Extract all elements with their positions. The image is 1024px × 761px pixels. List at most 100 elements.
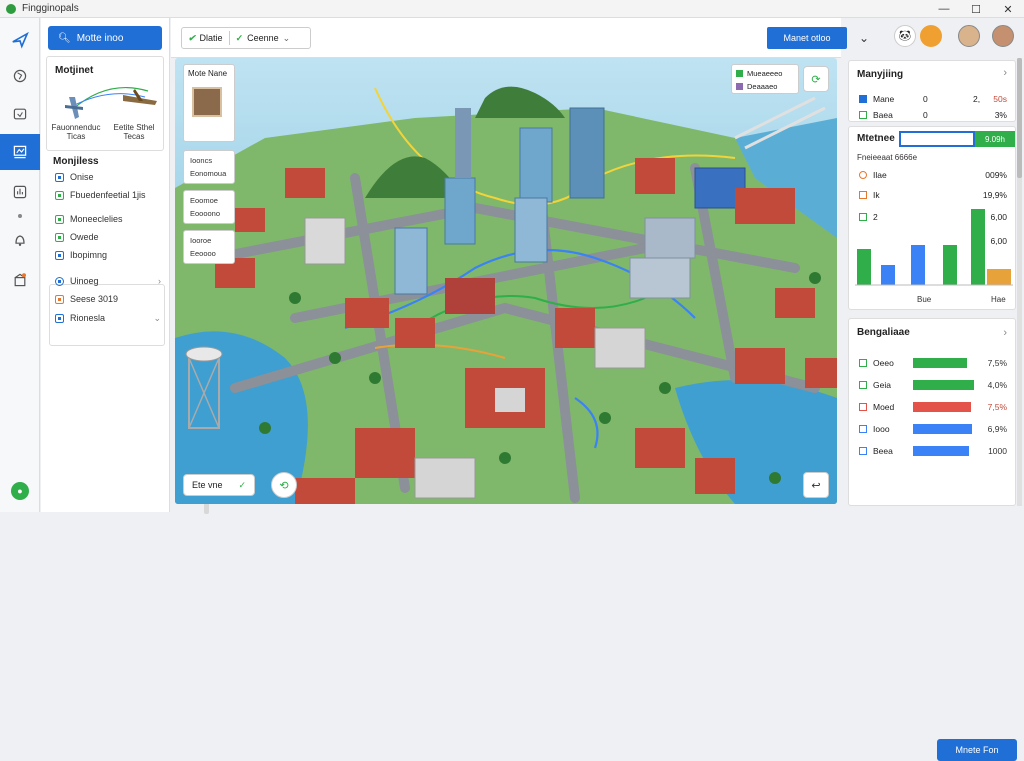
- checkbox-icon[interactable]: [55, 190, 64, 200]
- photo-card-title: Mote Nane: [188, 69, 228, 78]
- dashboard-icon[interactable]: [0, 134, 40, 170]
- chart-bar: [971, 209, 985, 285]
- map-label[interactable]: Iooroe Eeoooo: [183, 230, 235, 264]
- breakdown-bar: [913, 358, 967, 368]
- list-item[interactable]: Moneeclelies: [55, 212, 161, 226]
- separator-dot: [18, 214, 22, 218]
- summary-row: Mane 0 2, 50s: [859, 93, 1007, 105]
- checkbox-icon[interactable]: [55, 214, 64, 224]
- square-icon: [859, 381, 867, 389]
- breakdown-value: 7,5%: [987, 402, 1007, 412]
- breakdown-title: Bengaliaae: [857, 327, 910, 338]
- avatar[interactable]: 🐼︎: [894, 25, 916, 47]
- breakdown-value: 1000: [988, 446, 1007, 456]
- metrics-card: Mtetnee 9.09h Fneieeaat 6666e Ilae 009% I…: [848, 126, 1016, 310]
- chevron-down-icon[interactable]: ⌄: [153, 313, 161, 324]
- photo-card[interactable]: Mote Nane: [183, 64, 235, 142]
- breakdown-label: Iooo: [873, 424, 890, 434]
- metrics-row: Ilae 009%: [859, 169, 1007, 181]
- checkbox-icon[interactable]: [55, 250, 64, 260]
- breakdown-value: 6,9%: [987, 424, 1007, 434]
- chevron-right-icon[interactable]: ›: [1003, 327, 1007, 339]
- right-panel: Manyjiing › Mane 0 2, 50s Baea 0 3% Mtet…: [845, 58, 1017, 761]
- box-icon[interactable]: [0, 96, 40, 132]
- square-icon: [859, 359, 867, 367]
- toolbar-chevron-button[interactable]: ⌄: [851, 27, 877, 49]
- exit-button[interactable]: ↩: [803, 472, 829, 498]
- chevron-right-icon[interactable]: ›: [1003, 67, 1007, 79]
- window-title: Fingginopals: [22, 3, 79, 14]
- breakdown-bar: [913, 424, 973, 434]
- segment-1[interactable]: ✔ Dlatie: [182, 28, 229, 48]
- globe-icon[interactable]: [0, 58, 40, 94]
- breakdown-label: Oeeo: [873, 358, 894, 368]
- map-label[interactable]: Iooncs Eonomoua: [183, 150, 235, 184]
- checkbox-icon[interactable]: [55, 232, 64, 242]
- legend-swatch: [736, 70, 743, 77]
- search-button[interactable]: 🔍︎ Motte inoo: [48, 26, 162, 50]
- summary-card: Manyjiing › Mane 0 2, 50s Baea 0 3%: [848, 60, 1016, 122]
- checkbox-icon[interactable]: [55, 313, 64, 323]
- avatar[interactable]: [920, 25, 942, 47]
- maximize-button[interactable]: ☐: [960, 0, 992, 18]
- icon-rail: ●: [0, 18, 40, 512]
- right-scrollbar[interactable]: [1017, 58, 1022, 506]
- user-avatars: 🐼︎: [890, 22, 1020, 52]
- chevron-right-icon[interactable]: ›: [158, 276, 161, 286]
- list-item[interactable]: Owede: [55, 230, 161, 244]
- summary-row: Baea 0 3%: [859, 109, 1007, 121]
- locate-button[interactable]: ⟳: [803, 66, 829, 92]
- square-icon: [859, 111, 867, 119]
- checkbox-icon[interactable]: [55, 294, 64, 304]
- breakdown-value: 4,0%: [987, 380, 1007, 390]
- section-title: Monjiless: [53, 156, 99, 167]
- chart-footer-label: Hae: [991, 295, 1006, 304]
- map-label[interactable]: Eoomoe Eoooono: [183, 190, 235, 224]
- city-map[interactable]: Mote Nane Iooncs Eonomoua Eoomoe Eoooono I…: [175, 58, 837, 504]
- avatar[interactable]: [992, 25, 1014, 47]
- refresh-button[interactable]: ⟲: [271, 472, 297, 498]
- refresh-icon: ⟲: [279, 479, 289, 492]
- primary-button[interactable]: Manet otloo: [767, 27, 847, 49]
- chart-bar: [881, 265, 895, 285]
- breakdown-row: Iooo 6,9%: [859, 423, 1007, 435]
- plane-icon[interactable]: [0, 22, 40, 58]
- map-legend: Mueaeeeo Deaaaeo: [731, 64, 799, 94]
- breakdown-row: Geia 4,0%: [859, 379, 1007, 391]
- list-item[interactable]: Ibopimng: [55, 248, 161, 262]
- list-item[interactable]: Fbuedenfeetial 1jis: [55, 188, 161, 202]
- minimize-button[interactable]: —: [928, 0, 960, 18]
- list-item[interactable]: Onise: [55, 170, 161, 184]
- check-icon: ✓: [238, 479, 246, 490]
- breakdown-bar: [913, 380, 975, 390]
- chart-footer-label: Bue: [917, 295, 932, 304]
- building-icon[interactable]: [0, 262, 40, 298]
- avatar[interactable]: [958, 25, 980, 47]
- scroll-thumb[interactable]: [1017, 58, 1022, 178]
- route-card[interactable]: Motjinet Fauonnenduc Ticas Eetite Sthel …: [46, 56, 164, 151]
- segment-2[interactable]: ✓ Ceenne ⌄: [230, 28, 297, 48]
- checkbox-icon[interactable]: [55, 172, 64, 182]
- map-mode-pill[interactable]: Ete vne ✓: [183, 474, 255, 496]
- bell-icon[interactable]: [0, 222, 40, 258]
- breakdown-row: Beea 1000: [859, 445, 1007, 457]
- status-icon[interactable]: ●: [11, 482, 29, 500]
- list-item[interactable]: Seese 3019: [55, 292, 161, 306]
- metrics-input[interactable]: [899, 131, 975, 147]
- search-label: Motte inoo: [76, 32, 124, 44]
- chart-icon[interactable]: [0, 174, 40, 210]
- breakdown-action-button[interactable]: Mnete Fon: [937, 739, 1017, 761]
- breakdown-label: Beea: [873, 446, 893, 456]
- locate-icon: ⟳: [811, 73, 821, 86]
- toolbar: ✔ Dlatie ✓ Ceenne ⌄ Manet otloo ⌄: [171, 18, 869, 58]
- radio-icon[interactable]: [55, 276, 64, 286]
- map-canvas[interactable]: [175, 58, 837, 504]
- list-item[interactable]: Uinoeg ›: [55, 274, 161, 288]
- view-toggle[interactable]: ✔ Dlatie ✓ Ceenne ⌄: [181, 27, 311, 49]
- close-button[interactable]: ✕: [992, 0, 1024, 18]
- app-icon: [6, 3, 16, 14]
- square-icon: [859, 95, 867, 103]
- chart-bar: [857, 249, 871, 285]
- list-item[interactable]: Rionesla ⌄: [55, 311, 161, 325]
- route-illustration: [65, 86, 157, 119]
